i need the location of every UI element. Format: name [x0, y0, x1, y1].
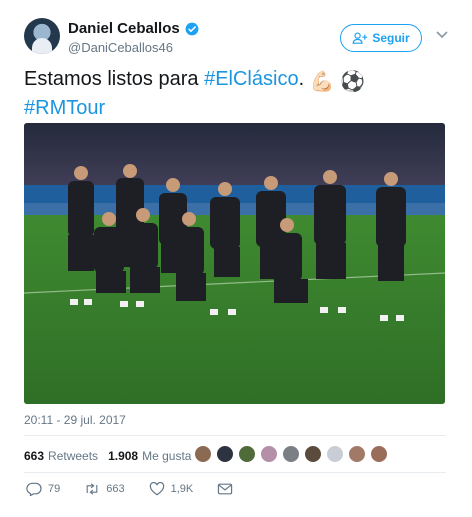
like-button[interactable]: 1,9K: [149, 482, 194, 496]
liker-avatars: [194, 445, 388, 463]
hashtag-rmtour[interactable]: #RMTour: [24, 97, 105, 119]
liker-avatar[interactable]: [370, 445, 388, 463]
display-name[interactable]: Daniel Ceballos: [68, 20, 180, 37]
reply-count: 79: [48, 483, 61, 495]
retweet-icon: [86, 483, 98, 495]
likes-count[interactable]: 1.908: [108, 449, 138, 463]
divider: [24, 435, 446, 436]
muscle-emoji: 💪🏻: [309, 71, 335, 93]
likes-label[interactable]: Me gusta: [142, 449, 191, 463]
divider: [24, 472, 446, 473]
soccer-ball-emoji: ⚽: [340, 71, 366, 93]
liker-avatar[interactable]: [304, 445, 322, 463]
retweets-count[interactable]: 663: [24, 449, 44, 463]
follow-button[interactable]: Seguir: [340, 24, 422, 52]
tweet-punct: .: [298, 68, 305, 90]
message-button[interactable]: [217, 482, 233, 496]
user-info[interactable]: Daniel Ceballos @DaniCeballos46: [68, 20, 199, 55]
tweet-actions: 79 663 1,9K: [26, 482, 257, 496]
user-handle[interactable]: @DaniCeballos46: [68, 40, 199, 55]
message-icon: [218, 483, 233, 495]
liker-avatar[interactable]: [216, 445, 234, 463]
hashtag-elclasico[interactable]: #ElClásico: [204, 68, 298, 90]
chevron-down-icon[interactable]: [436, 30, 448, 40]
tweet-timestamp[interactable]: 20:11 - 29 jul. 2017: [24, 413, 126, 427]
liker-avatar[interactable]: [238, 445, 256, 463]
retweet-button[interactable]: 663: [84, 482, 125, 496]
tweet-photo[interactable]: [24, 123, 445, 404]
liker-avatar[interactable]: [282, 445, 300, 463]
reply-button[interactable]: 79: [26, 482, 60, 496]
add-user-icon: [352, 32, 368, 44]
verified-icon: [185, 22, 199, 35]
retweets-label[interactable]: Retweets: [48, 449, 98, 463]
heart-icon: [149, 482, 164, 496]
like-count: 1,9K: [170, 483, 194, 495]
tweet-stats: 663 Retweets 1.908 Me gusta: [24, 447, 201, 465]
reply-icon: [26, 482, 42, 496]
team-photo-illustration: [24, 123, 445, 404]
liker-avatar[interactable]: [348, 445, 366, 463]
tweet-header: Daniel Ceballos @DaniCeballos46 Seguir: [24, 18, 448, 58]
tweet-text: Estamos listos para #ElClásico. 💪🏻 ⚽ #RM…: [24, 66, 444, 121]
avatar[interactable]: [24, 18, 60, 54]
tweet-body: Estamos listos para: [24, 68, 205, 90]
liker-avatar[interactable]: [326, 445, 344, 463]
follow-label: Seguir: [372, 31, 410, 45]
liker-avatar[interactable]: [260, 445, 278, 463]
retweet-count: 663: [106, 483, 125, 495]
liker-avatar[interactable]: [194, 445, 212, 463]
